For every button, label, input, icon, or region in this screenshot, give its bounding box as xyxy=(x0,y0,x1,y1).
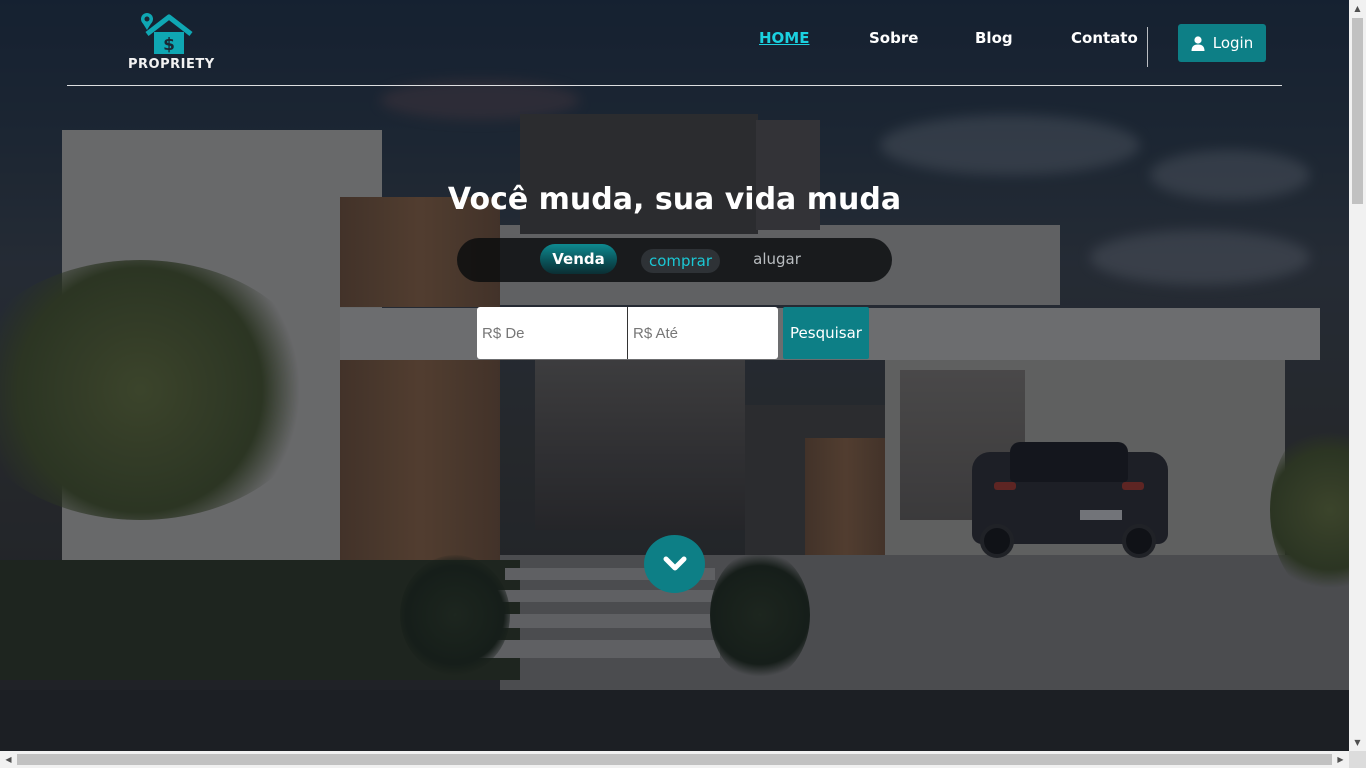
toggle-venda[interactable]: Venda xyxy=(540,244,617,274)
nav-link-home[interactable]: HOME xyxy=(759,29,809,47)
hero-headline: Você muda, sua vida muda xyxy=(447,182,902,217)
nav-link-blog[interactable]: Blog xyxy=(975,29,1013,47)
hero-background xyxy=(0,0,1349,751)
price-from-input[interactable] xyxy=(477,307,627,359)
vertical-scrollbar[interactable]: ▲ ▼ xyxy=(1349,0,1366,751)
scroll-right-arrow-icon[interactable]: ▶ xyxy=(1332,751,1349,768)
scrollbar-corner xyxy=(1349,751,1366,768)
nav-divider xyxy=(1147,27,1148,67)
nav-link-contato[interactable]: Contato xyxy=(1071,29,1138,47)
scroll-up-arrow-icon[interactable]: ▲ xyxy=(1349,0,1366,17)
horizontal-scroll-thumb[interactable] xyxy=(17,754,1332,765)
house-dollar-pin-icon: $ xyxy=(141,13,193,55)
login-label: Login xyxy=(1212,34,1254,52)
svg-text:$: $ xyxy=(163,35,175,55)
scroll-down-button[interactable] xyxy=(644,535,705,593)
listing-type-toggle: Venda comprar alugar xyxy=(457,238,892,282)
chevron-down-icon xyxy=(663,556,686,571)
user-icon xyxy=(1191,35,1205,51)
scroll-down-arrow-icon[interactable]: ▼ xyxy=(1349,734,1366,751)
brand-name: PROPRIETY xyxy=(128,57,215,72)
toggle-alugar[interactable]: alugar xyxy=(747,244,807,274)
header-divider xyxy=(67,85,1282,86)
scroll-left-arrow-icon[interactable]: ◀ xyxy=(0,751,17,768)
price-to-input[interactable] xyxy=(628,307,778,359)
search-button[interactable]: Pesquisar xyxy=(783,307,869,359)
vertical-scroll-thumb[interactable] xyxy=(1352,18,1363,204)
login-button[interactable]: Login xyxy=(1178,24,1266,62)
toggle-comprar[interactable]: comprar xyxy=(641,249,720,273)
horizontal-scrollbar[interactable]: ◀ ▶ xyxy=(0,751,1366,768)
brand-logo[interactable]: $ PROPRIETY xyxy=(128,12,215,74)
nav-link-sobre[interactable]: Sobre xyxy=(869,29,918,47)
